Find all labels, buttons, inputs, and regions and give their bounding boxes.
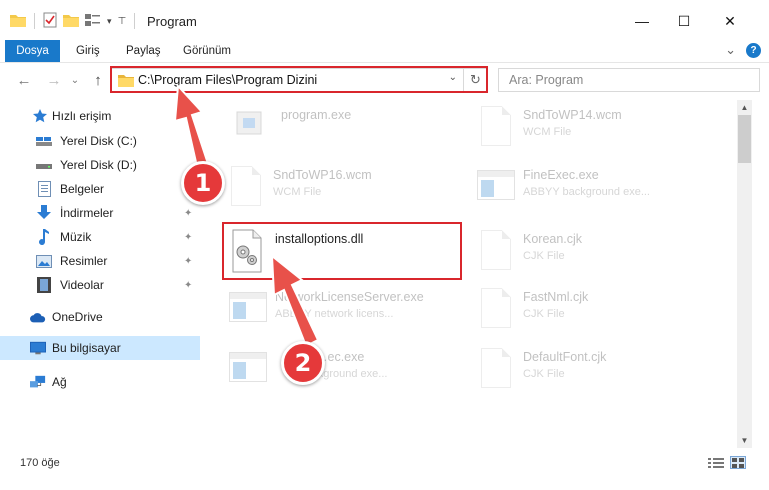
- callout-badge-2: 2: [281, 341, 325, 385]
- callout-arrows: [173, 83, 320, 348]
- arrow-to-file: [270, 253, 320, 348]
- callout-badge-1: 1: [181, 161, 225, 205]
